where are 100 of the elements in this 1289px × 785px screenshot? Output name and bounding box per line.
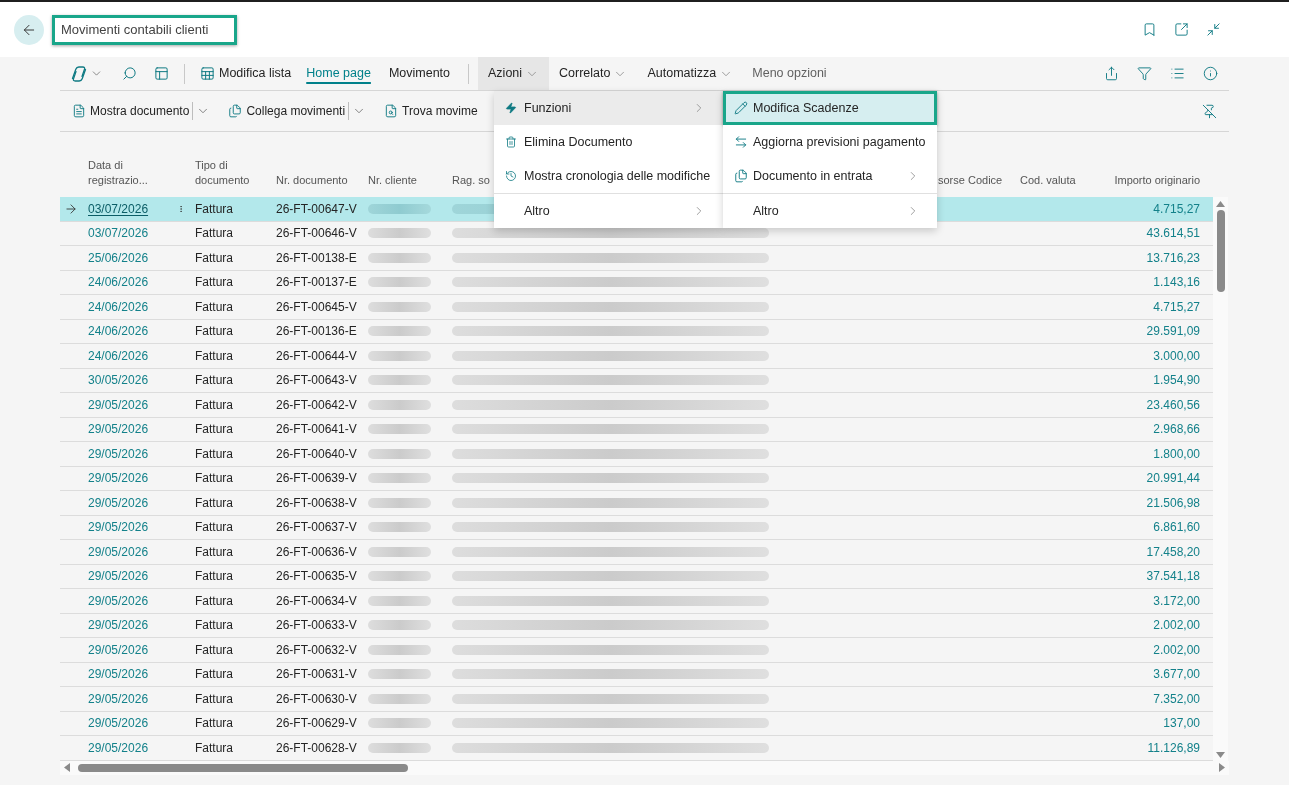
posting-date-link[interactable]: 24/06/2026 [88,322,149,341]
amount-link[interactable]: 137,00 [1163,714,1200,733]
table-row[interactable]: 29/05/2026 Fattura 26-FT-00642-V 23.460,56 [60,393,1213,418]
layout-icon [153,66,169,81]
amount-link[interactable]: 23.460,56 [1146,395,1200,414]
table-row[interactable]: 29/05/2026 Fattura 26-FT-00630-V 7.352,00 [60,687,1213,712]
posting-date-link[interactable]: 24/06/2026 [88,346,149,365]
amount-link[interactable]: 43.614,51 [1146,224,1200,243]
column-header[interactable]: Cod. valuta [1020,173,1076,188]
column-header[interactable]: Tipo di documento [195,158,273,188]
amount-link[interactable]: 13.716,23 [1146,248,1200,267]
tab[interactable]: Home page [297,57,380,90]
posting-date-link[interactable]: 03/07/2026 [88,199,149,218]
menu-item[interactable]: Mostra cronologia delle modifiche [494,159,723,193]
table-row[interactable]: 29/05/2026 Fattura 26-FT-00640-V 1.800,00 [60,442,1213,467]
amount-link[interactable]: 1.954,90 [1153,371,1200,390]
tab[interactable]: Movimento [379,57,459,90]
action-button[interactable]: Mostra documento [69,96,193,126]
posting-date-link[interactable]: 29/05/2026 [88,665,149,684]
posting-date-link[interactable]: 24/06/2026 [88,273,149,292]
scroll-thumb[interactable] [1216,210,1225,292]
amount-link[interactable]: 17.458,20 [1146,542,1200,561]
amount-link[interactable]: 7.352,00 [1153,689,1200,708]
column-header[interactable]: Importo originario [1114,173,1200,188]
posting-date-link[interactable]: 30/05/2026 [88,371,149,390]
menu-item[interactable]: Altro [723,194,937,228]
menu-button[interactable]: Automatizza [637,57,744,90]
vertical-scrollbar[interactable] [1213,197,1228,761]
table-row[interactable]: 29/05/2026 Fattura 26-FT-00632-V 2.002,00 [60,638,1213,663]
menu-button[interactable]: Correlato [549,57,638,90]
search-icon [121,66,137,81]
table-row[interactable]: 29/05/2026 Fattura 26-FT-00628-V 11.126,89 [60,736,1213,761]
posting-date-link[interactable]: 29/05/2026 [88,420,149,439]
menu-item[interactable]: Elimina Documento [494,125,723,159]
posting-date-link[interactable]: 29/05/2026 [88,640,149,659]
posting-date-link[interactable]: 29/05/2026 [88,714,149,733]
table-row[interactable]: 29/05/2026 Fattura 26-FT-00629-V 137,00 [60,711,1213,736]
amount-link[interactable]: 11.126,89 [1147,738,1200,757]
column-header[interactable]: Rag. so [452,173,490,188]
scroll-thumb[interactable] [78,763,408,772]
posting-date-link[interactable]: 29/05/2026 [88,395,149,414]
menu-item[interactable]: Altro [494,194,723,228]
posting-date-link[interactable]: 24/06/2026 [88,297,149,316]
menu-button[interactable]: Azioni [478,57,550,90]
column-header[interactable]: sorse Codice [938,173,1003,188]
amount-link[interactable]: 2.002,00 [1153,616,1200,635]
amount-link[interactable]: 1.143,16 [1153,273,1200,292]
posting-date-link[interactable]: 29/05/2026 [88,567,149,586]
table-row[interactable]: 29/05/2026 Fattura 26-FT-00637-V 6.861,60 [60,515,1213,540]
command-button[interactable]: Modifica lista [194,57,298,90]
document-type-text: Fattura [195,397,233,412]
amount-link[interactable]: 37.541,18 [1146,567,1200,586]
menu-item[interactable]: Documento in entrata [723,159,937,193]
posting-date-link[interactable]: 25/06/2026 [88,248,149,267]
options-link[interactable]: Meno opzioni [743,57,836,90]
table-row[interactable]: 25/06/2026 Fattura 26-FT-00138-E 13.716,23 [60,246,1213,271]
posting-date-link[interactable]: 29/05/2026 [88,444,149,463]
amount-link[interactable]: 1.800,00 [1153,444,1200,463]
table-row[interactable]: 29/05/2026 Fattura 26-FT-00636-V 17.458,20 [60,540,1213,565]
amount-link[interactable]: 4.715,27 [1153,199,1200,218]
amount-link[interactable]: 21.506,98 [1146,493,1200,512]
amount-link[interactable]: 2.002,00 [1153,640,1200,659]
table-row[interactable]: 24/06/2026 Fattura 26-FT-00644-V 3.000,00 [60,344,1213,369]
column-header[interactable]: Nr. documento [276,173,348,188]
menu-item[interactable]: Modifica Scadenze [723,91,937,125]
table-row[interactable]: 29/05/2026 Fattura 26-FT-00634-V 3.172,00 [60,589,1213,614]
column-header[interactable]: Data di registrazio... [88,158,166,188]
table-row[interactable]: 29/05/2026 Fattura 26-FT-00633-V 2.002,00 [60,613,1213,638]
table-row[interactable]: 24/06/2026 Fattura 26-FT-00645-V 4.715,27 [60,295,1213,320]
posting-date-link[interactable]: 29/05/2026 [88,591,149,610]
posting-date-link[interactable]: 29/05/2026 [88,738,149,757]
column-header[interactable]: Nr. cliente [368,173,417,188]
posting-date-link[interactable]: 29/05/2026 [88,469,149,488]
menu-item[interactable]: Aggiorna previsioni pagamento [723,125,937,159]
amount-link[interactable]: 4.715,27 [1153,297,1200,316]
table-row[interactable]: 29/05/2026 Fattura 26-FT-00639-V 20.991,44 [60,466,1213,491]
posting-date-link[interactable]: 29/05/2026 [88,493,149,512]
table-row[interactable]: 29/05/2026 Fattura 26-FT-00631-V 3.677,00 [60,662,1213,687]
amount-link[interactable]: 20.991,44 [1146,469,1200,488]
posting-date-link[interactable]: 03/07/2026 [88,224,149,243]
table-row[interactable]: 30/05/2026 Fattura 26-FT-00643-V 1.954,90 [60,368,1213,393]
amount-link[interactable]: 3.677,00 [1153,665,1200,684]
table-row[interactable]: 29/05/2026 Fattura 26-FT-00638-V 21.506,98 [60,491,1213,516]
table-row[interactable]: 29/05/2026 Fattura 26-FT-00635-V 37.541,18 [60,564,1213,589]
amount-link[interactable]: 2.968,66 [1153,420,1200,439]
amount-link[interactable]: 3.172,00 [1153,591,1200,610]
table-row[interactable]: 24/06/2026 Fattura 26-FT-00137-E 1.143,16 [60,270,1213,295]
posting-date-link[interactable]: 29/05/2026 [88,689,149,708]
posting-date-link[interactable]: 29/05/2026 [88,518,149,537]
amount-link[interactable]: 6.861,60 [1153,518,1200,537]
back-button[interactable] [14,14,44,45]
posting-date-link[interactable]: 29/05/2026 [88,542,149,561]
amount-link[interactable]: 3.000,00 [1153,346,1200,365]
table-row[interactable]: 24/06/2026 Fattura 26-FT-00136-E 29.591,09 [60,319,1213,344]
table-row[interactable]: 29/05/2026 Fattura 26-FT-00641-V 2.968,66 [60,417,1213,442]
action-button[interactable]: Trova movime [381,96,481,126]
action-button[interactable]: Collega movimenti [225,96,349,126]
posting-date-link[interactable]: 29/05/2026 [88,616,149,635]
amount-link[interactable]: 29.591,09 [1146,322,1200,341]
menu-item[interactable]: Funzioni [494,91,723,125]
